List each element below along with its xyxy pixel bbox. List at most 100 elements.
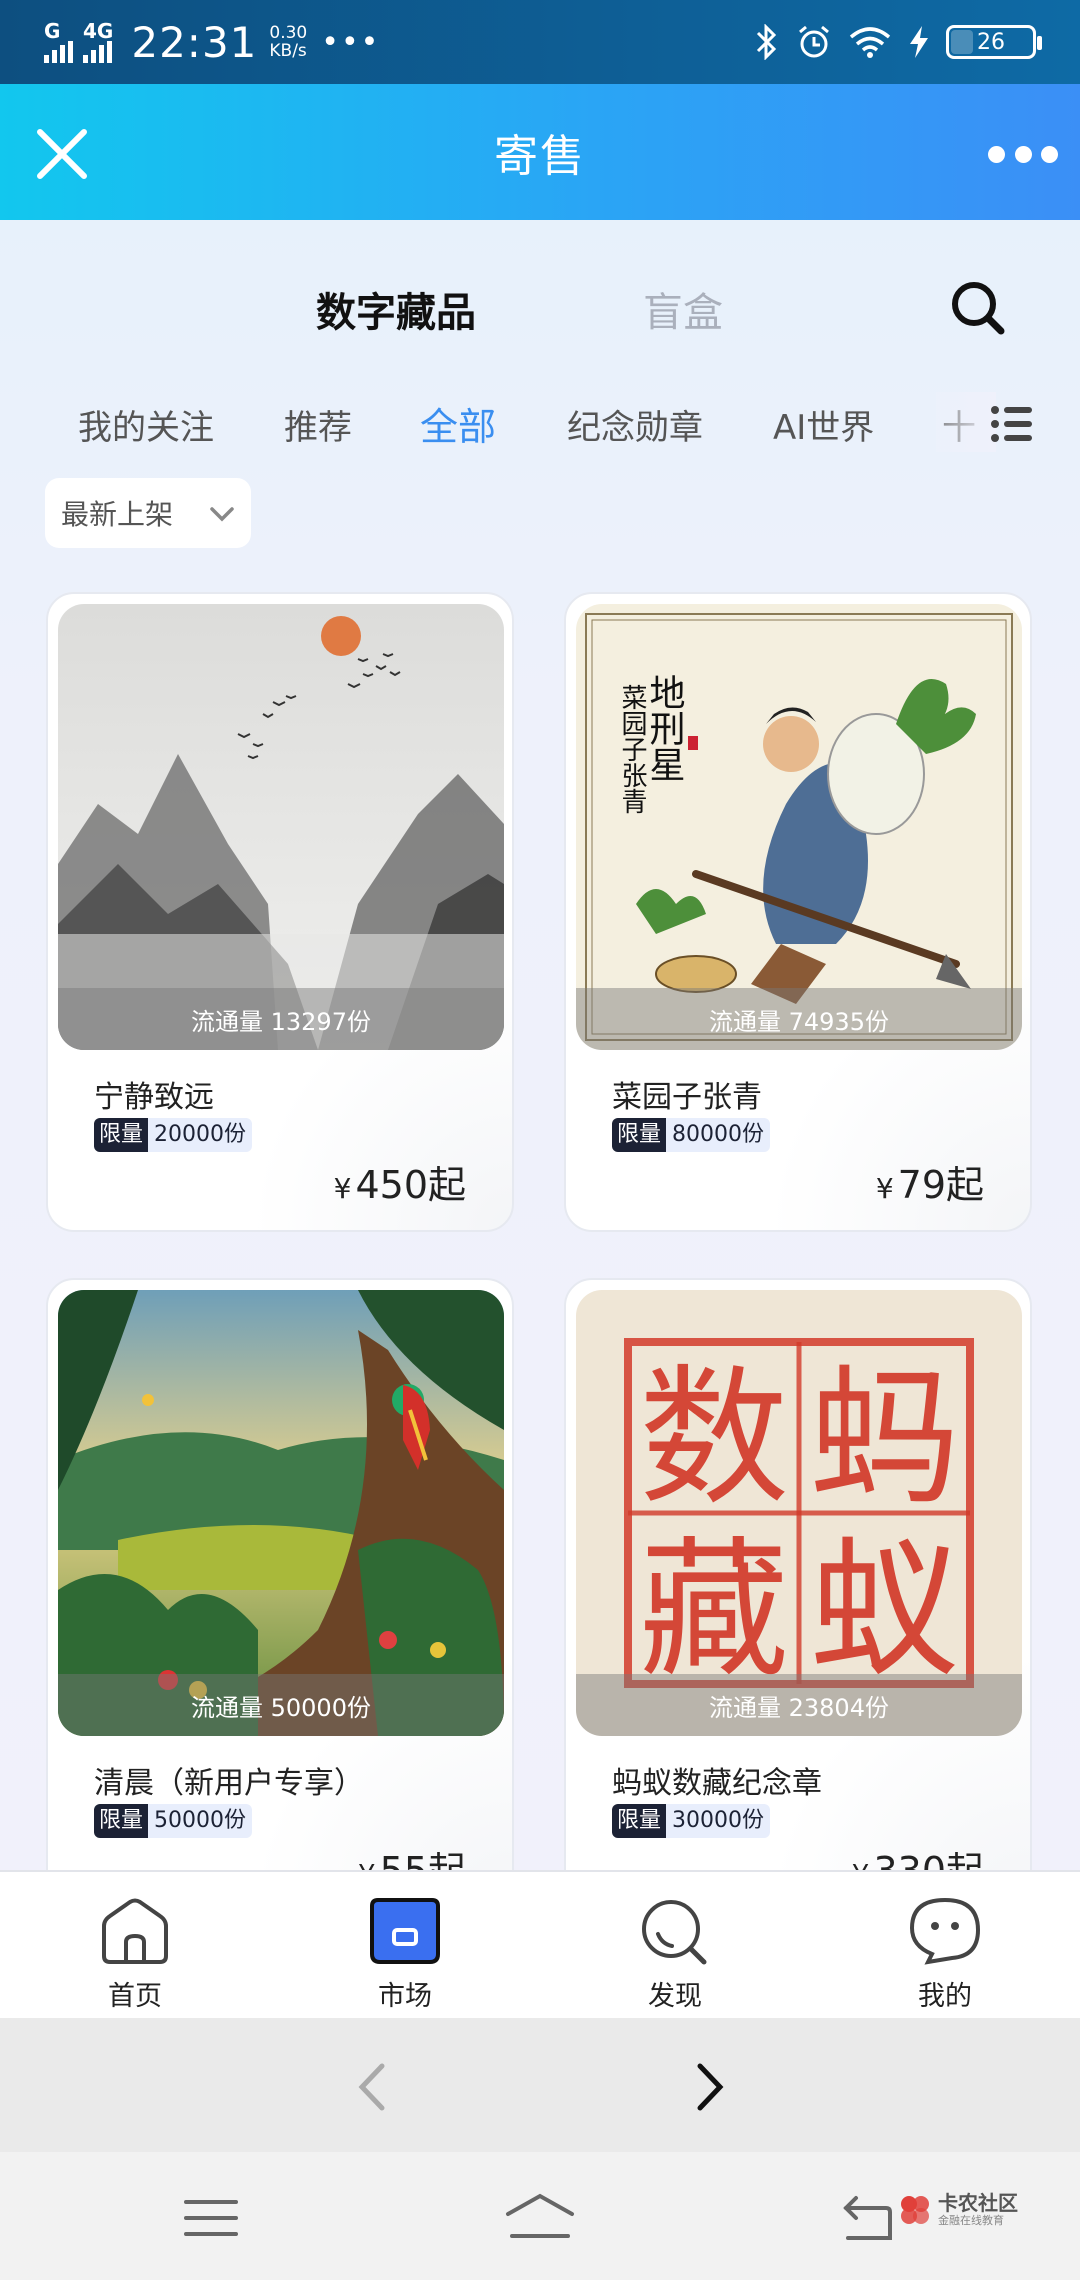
circulation-label: 流通量 23804份 [576, 1674, 1022, 1736]
product-image-seal: 数 蚂 藏 蚁 流通量 23804份 [576, 1290, 1022, 1736]
circulation-label: 流通量 50000份 [58, 1674, 504, 1736]
nav-profile[interactable]: 我的 [810, 1872, 1080, 2018]
limit-badge: 限量 30000份 [612, 1804, 771, 1838]
sort-selected: 最新上架 [61, 498, 174, 531]
close-button[interactable] [32, 124, 92, 184]
product-name: 菜园子张青 [612, 1080, 762, 1115]
tab-fade [936, 392, 996, 452]
limit-value: 30000份 [666, 1804, 771, 1838]
nav-market[interactable]: 市场 [270, 1872, 540, 2018]
limit-tag: 限量 [94, 1118, 149, 1152]
search-icon [952, 282, 1005, 335]
limit-badge: 限量 50000份 [94, 1804, 253, 1838]
browser-back-button[interactable] [352, 2060, 392, 2114]
limit-value: 80000份 [666, 1118, 771, 1152]
status-time: 22:31 [131, 17, 258, 67]
bluetooth-icon [756, 24, 777, 60]
watermark-subtext: 金融在线教育 [938, 2214, 1004, 2227]
signal-bars-icon [44, 41, 73, 63]
nav-label: 市场 [378, 1981, 432, 2012]
system-menu-button[interactable] [184, 2198, 238, 2238]
system-home-button[interactable] [504, 2192, 576, 2240]
status-bar: G 4G 22:31 0.30 KB/s ••• 26 [0, 0, 1080, 84]
currency-symbol: ¥ [358, 1858, 376, 1870]
product-price: ¥79起 [876, 1154, 984, 1209]
product-price: ¥330起 [852, 1840, 984, 1870]
page-title: 寄售 [494, 131, 586, 182]
limit-badge: 限量 20000份 [94, 1118, 253, 1152]
tab-digital-collectibles[interactable]: 数字藏品 [316, 280, 476, 342]
signal-label-2: 4G [83, 19, 114, 43]
product-price: ¥55起 [358, 1840, 466, 1870]
tab-blind-box[interactable]: 盲盒 [643, 280, 723, 338]
system-navigation-bar: 卡农社区 金融在线教育 [0, 2152, 1080, 2280]
seal-char: 蚁 [809, 1524, 959, 1698]
watermark-logo-icon [901, 2196, 929, 2224]
chevron-right-icon [697, 2063, 724, 2111]
network-speed: 0.30 KB/s [269, 24, 307, 60]
product-name: 蚂蚁数藏纪念章 [612, 1766, 822, 1801]
home-icon [102, 1898, 168, 1964]
discover-icon [642, 1900, 707, 1965]
app-header: 寄售 [0, 84, 1080, 220]
browser-forward-button[interactable] [690, 2060, 730, 2114]
signal-bars-icon [83, 41, 112, 63]
sort-dropdown[interactable]: 最新上架 [45, 478, 251, 548]
product-card[interactable]: 数 蚂 藏 蚁 流通量 23804份 蚂蚁数藏纪念章 限量 30000份 ¥33… [564, 1278, 1032, 1870]
tab-label: 数字藏品 [316, 290, 476, 336]
category-ai-world[interactable]: AI世界 [773, 400, 874, 449]
search-button[interactable] [948, 278, 1008, 338]
product-card[interactable]: 流通量 13297份 宁静致远 限量 20000份 ¥450起 [46, 592, 514, 1232]
category-all[interactable]: 全部 [420, 396, 496, 451]
nav-home[interactable]: 首页 [0, 1872, 270, 2018]
currency-symbol: ¥ [333, 1172, 352, 1205]
limit-value: 20000份 [148, 1118, 253, 1152]
bottom-navigation: 首页 市场 发现 我的 [0, 1870, 1080, 2018]
category-tab-bar: 我的关注 推荐 全部 纪念勋章 AI世界 十 [0, 382, 1080, 462]
currency-symbol: ¥ [875, 1172, 894, 1205]
product-image-jungle: 流通量 50000份 [58, 1290, 504, 1736]
chevron-down-icon [210, 507, 234, 522]
product-card[interactable]: 流通量 50000份 清晨（新用户专享） 限量 50000份 ¥55起 [46, 1278, 514, 1870]
limit-tag: 限量 [612, 1118, 667, 1152]
chevron-left-icon [358, 2063, 385, 2111]
seal-char: 数 [639, 1352, 789, 1526]
charging-icon [910, 26, 928, 58]
product-image-landscape: 流通量 13297份 [58, 604, 504, 1050]
browser-navigation-bar [0, 2018, 1080, 2152]
system-back-button[interactable] [842, 2194, 894, 2242]
nav-label: 我的 [918, 1981, 972, 2012]
product-image-gardener: 地刑星 菜园子张青 流通量 74935份 [576, 604, 1022, 1050]
more-dot-icon [988, 145, 1005, 163]
nav-discover[interactable]: 发现 [540, 1872, 810, 2018]
price-value: 55起 [380, 1849, 466, 1870]
product-name: 清晨（新用户专享） [94, 1766, 364, 1801]
limit-tag: 限量 [94, 1804, 149, 1838]
seal-char: 藏 [639, 1524, 789, 1698]
more-options-button[interactable] [988, 134, 1058, 174]
price-value: 330起 [873, 1849, 984, 1870]
signal-label-1: G [44, 19, 61, 43]
signal-indicator: G 4G [44, 21, 113, 63]
nav-label: 发现 [648, 1981, 702, 2012]
profile-icon [909, 1897, 981, 1965]
list-icon [991, 406, 1032, 442]
limit-badge: 限量 80000份 [612, 1118, 771, 1152]
top-tab-bar: 数字藏品 盲盒 [0, 250, 1080, 350]
product-card[interactable]: 地刑星 菜园子张青 流通量 74935份 菜园子张青 限量 80000份 ¥ 7… [564, 592, 1032, 1232]
more-dot-icon [1014, 145, 1032, 163]
category-medals[interactable]: 纪念勋章 [567, 400, 703, 449]
seal-stamp-illustration: 数 蚂 藏 蚁 [576, 1290, 1022, 1736]
seal-char: 蚂 [809, 1352, 959, 1526]
category-recommended[interactable]: 推荐 [284, 400, 352, 449]
tab-label: 盲盒 [643, 290, 723, 336]
speed-unit: KB/s [269, 41, 307, 61]
more-dot-icon [1041, 145, 1058, 163]
category-my-follows[interactable]: 我的关注 [78, 400, 214, 449]
speed-value: 0.30 [269, 23, 308, 43]
battery-icon: 26 [946, 25, 1042, 59]
ink-landscape-illustration [58, 604, 504, 1050]
battery-level: 26 [977, 29, 1005, 55]
category-list-button[interactable] [990, 404, 1034, 444]
menu-icon [184, 2200, 238, 2236]
